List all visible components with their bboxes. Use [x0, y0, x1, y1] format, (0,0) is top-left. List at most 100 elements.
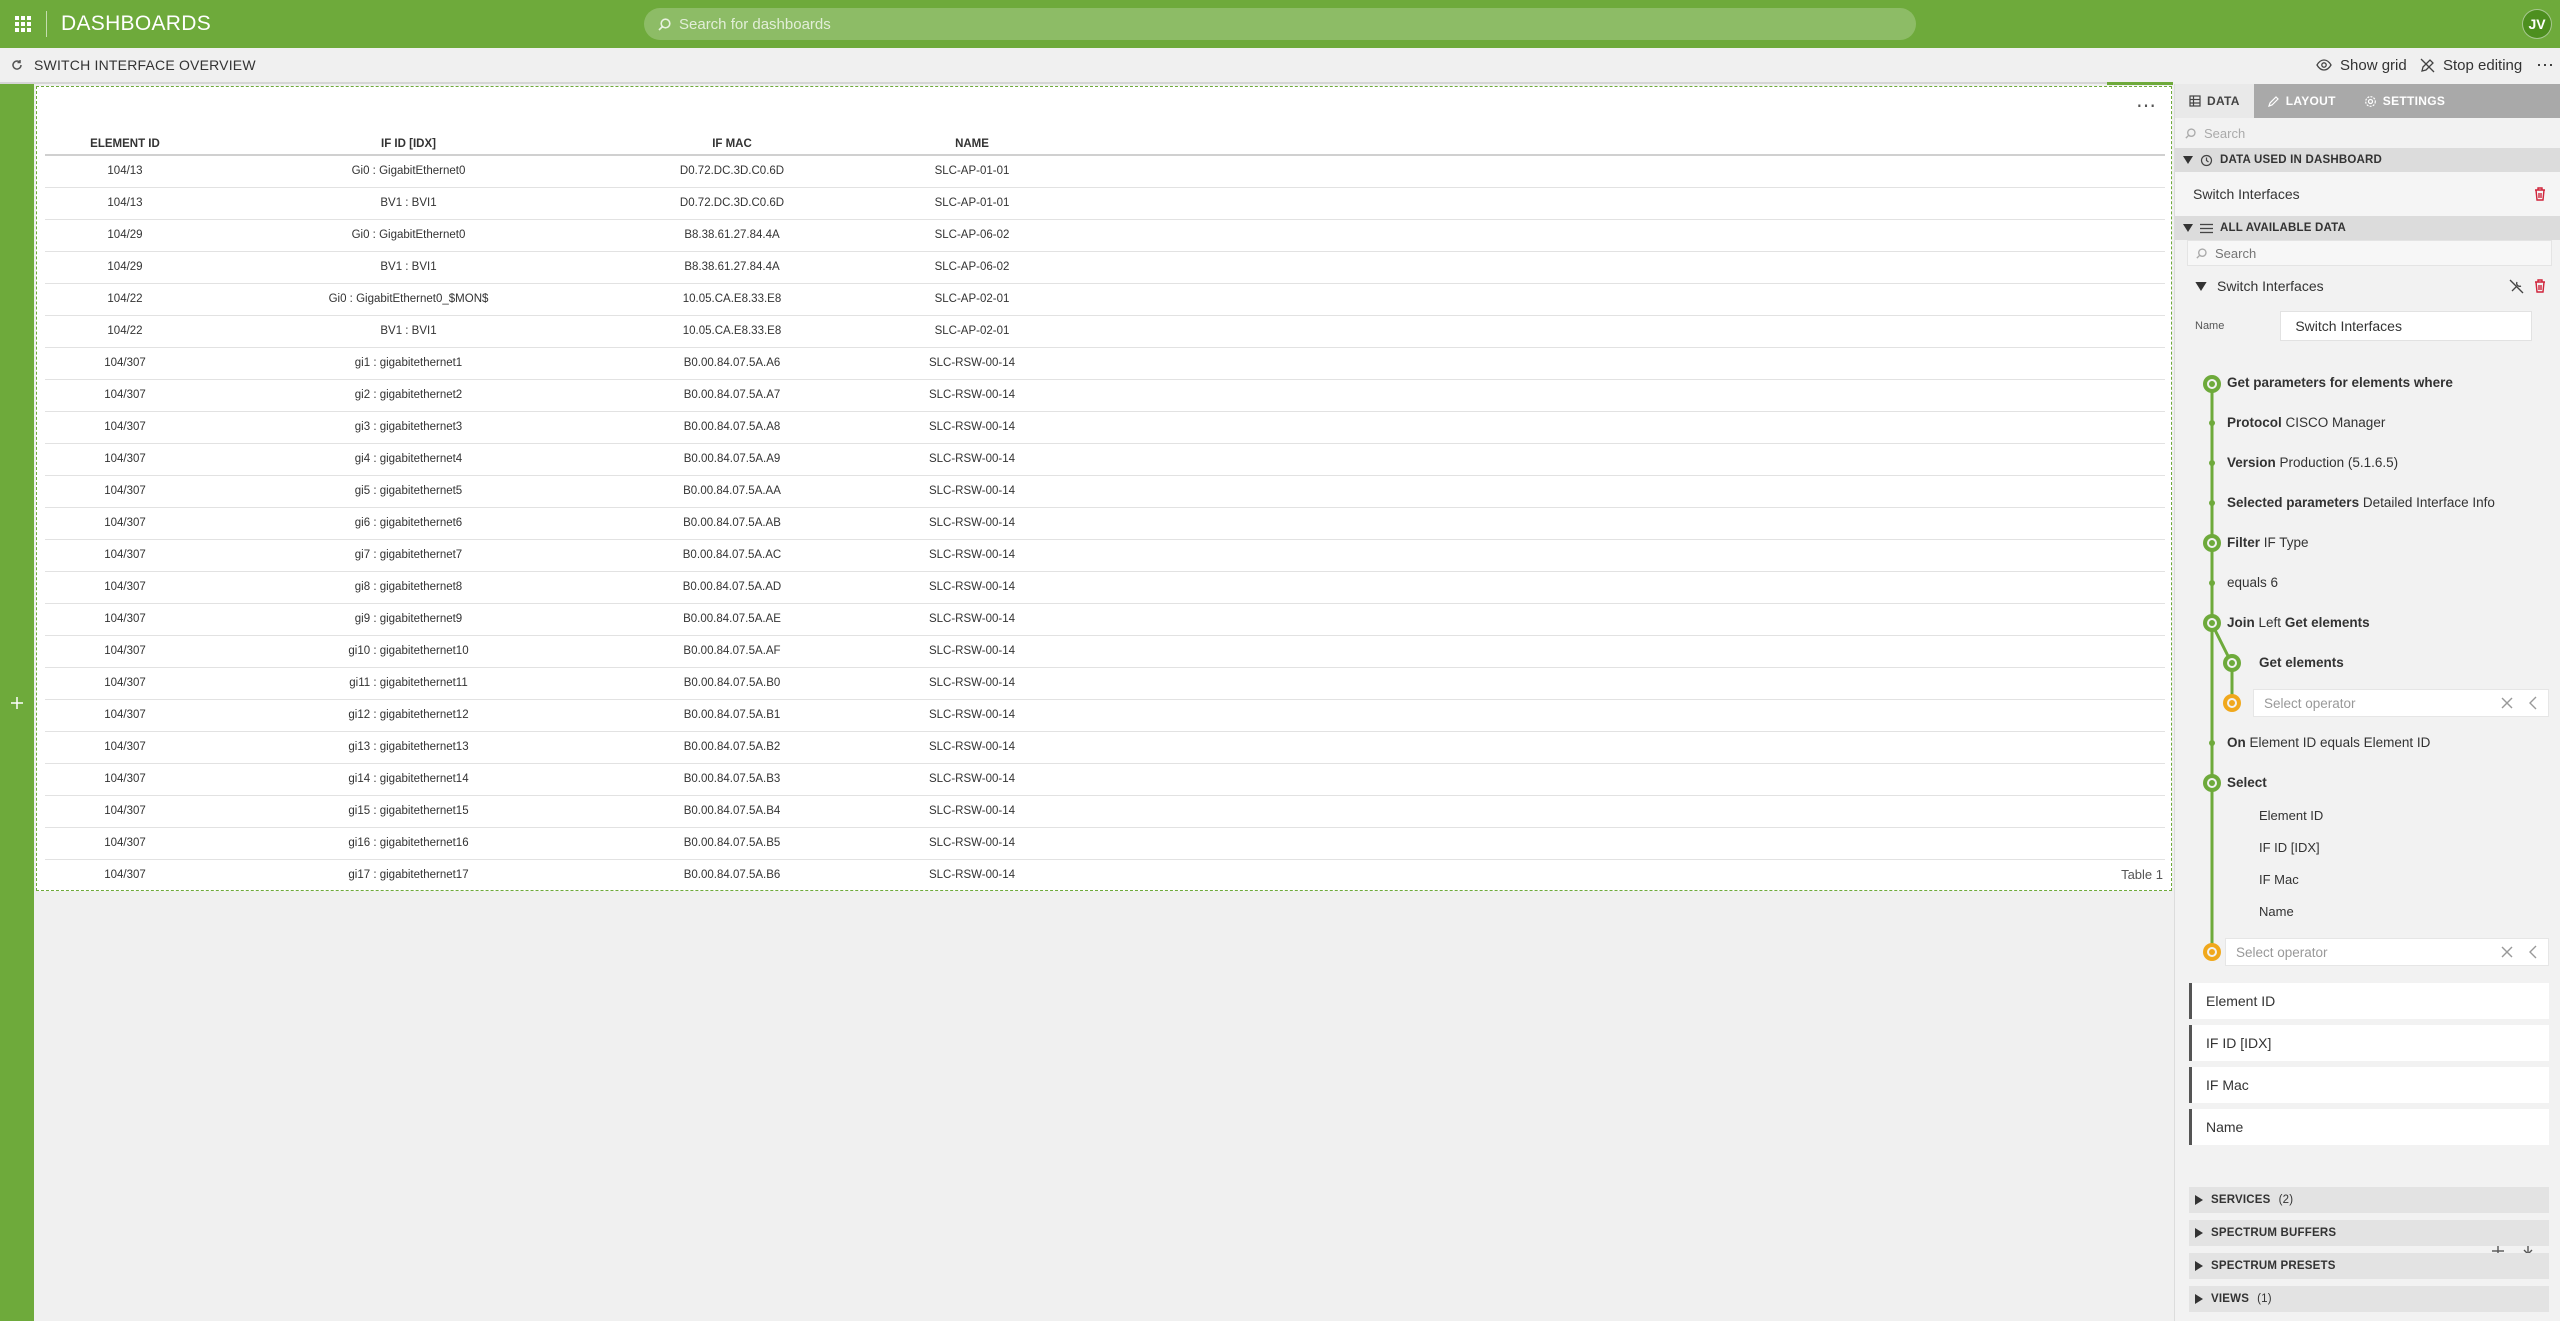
- flow-select[interactable]: Select: [2227, 775, 2267, 790]
- output-column[interactable]: Element ID: [2189, 983, 2549, 1019]
- user-avatar[interactable]: JV: [2522, 9, 2552, 39]
- flow-get-elements[interactable]: Get elements: [2259, 655, 2344, 670]
- table-row[interactable]: 104/307 gi4 : gigabitethernet4 B0.00.84.07…: [45, 443, 2165, 476]
- table-row[interactable]: 104/307 gi5 : gigabitethernet5 B0.00.84.07…: [45, 475, 2165, 508]
- table-cell: 104/307: [45, 731, 205, 764]
- table-cell: SLC-RSW-00-14: [852, 699, 1092, 732]
- plus-icon[interactable]: [10, 696, 24, 710]
- table-row[interactable]: 104/307 gi14 : gigabitethernet14 B0.00.84.…: [45, 763, 2165, 796]
- table-row[interactable]: 104/307 gi3 : gigabitethernet3 B0.00.84.07…: [45, 411, 2165, 444]
- flow-get-parameters[interactable]: Get parameters for elements where: [2227, 375, 2453, 390]
- top-bar: DASHBOARDS JV: [0, 0, 2560, 48]
- stop-editing-button[interactable]: Stop editing: [2420, 48, 2522, 82]
- column-header[interactable]: NAME: [852, 131, 1092, 156]
- table-cell: 104/307: [45, 635, 205, 668]
- table-cell: SLC-AP-06-02: [852, 219, 1092, 252]
- table-row[interactable]: 104/29 Gi0 : GigabitEthernet0 B8.38.61.27.…: [45, 219, 2165, 252]
- table-row[interactable]: 104/307 gi9 : gigabitethernet9 B0.00.84.07…: [45, 603, 2165, 636]
- table-cell: SLC-RSW-00-14: [852, 763, 1092, 796]
- table-row[interactable]: 104/13 Gi0 : GigabitEthernet0 D0.72.DC.3D.…: [45, 155, 2165, 188]
- more-icon[interactable]: ⋯: [2536, 48, 2554, 82]
- flow-on[interactable]: On Element ID equals Element ID: [2227, 735, 2430, 750]
- table-row[interactable]: 104/307 gi6 : gigabitethernet6 B0.00.84.07…: [45, 507, 2165, 540]
- add-component-rail[interactable]: [0, 84, 34, 1321]
- close-icon[interactable]: [2500, 945, 2514, 959]
- column-header[interactable]: IF MAC: [612, 131, 852, 156]
- table-cell: Gi0 : GigabitEthernet0_$MON$: [205, 283, 612, 316]
- table-row[interactable]: 104/307 gi12 : gigabitethernet12 B0.00.84.…: [45, 699, 2165, 732]
- select-item[interactable]: Name: [2259, 904, 2294, 919]
- flow-key: Filter: [2227, 535, 2261, 550]
- table-row[interactable]: 104/307 gi8 : gigabitethernet8 B0.00.84.07…: [45, 571, 2165, 604]
- table-cell: B0.00.84.07.5A.B3: [612, 763, 852, 796]
- output-column[interactable]: Name: [2189, 1109, 2549, 1145]
- table-cell: SLC-AP-01-01: [852, 155, 1092, 188]
- table-cell-filler: [1092, 155, 2165, 188]
- flow-value: IF Type: [2263, 535, 2309, 550]
- table-cell: B0.00.84.07.5A.AB: [612, 507, 852, 540]
- table-row[interactable]: 104/307 gi1 : gigabitethernet1 B0.00.84.07…: [45, 347, 2165, 380]
- table-row[interactable]: 104/22 Gi0 : GigabitEthernet0_$MON$ 10.05.…: [45, 283, 2165, 316]
- output-column[interactable]: IF Mac: [2189, 1067, 2549, 1103]
- table-cell: gi9 : gigabitethernet9: [205, 603, 612, 636]
- table-row[interactable]: 104/307 gi15 : gigabitethernet15 B0.00.84.…: [45, 795, 2165, 828]
- table-row[interactable]: 104/307 gi10 : gigabitethernet10 B0.00.84.…: [45, 635, 2165, 668]
- table-cell: gi12 : gigabitethernet12: [205, 699, 612, 732]
- table-row[interactable]: 104/307 gi17 : gigabitethernet17 B0.00.84.…: [45, 859, 2165, 890]
- chevron-left-icon[interactable]: [2528, 945, 2538, 959]
- table-row[interactable]: 104/307 gi16 : gigabitethernet16 B0.00.84.…: [45, 827, 2165, 860]
- select-operator-next[interactable]: Select operator: [2225, 938, 2549, 966]
- chevron-left-icon[interactable]: [2528, 696, 2538, 710]
- table-cell: SLC-RSW-00-14: [852, 443, 1092, 476]
- app-title[interactable]: DASHBOARDS: [61, 12, 211, 36]
- column-header[interactable]: ELEMENT ID: [45, 131, 205, 156]
- section-services[interactable]: SERVICES (2): [2189, 1187, 2549, 1213]
- table-cell-filler: [1092, 571, 2165, 604]
- select-item[interactable]: Element ID: [2259, 808, 2323, 823]
- select-item[interactable]: IF Mac: [2259, 872, 2299, 887]
- table-cell: gi15 : gigabitethernet15: [205, 795, 612, 828]
- flow-filter[interactable]: Filter IF Type: [2227, 535, 2309, 550]
- table-row[interactable]: 104/307 gi13 : gigabitethernet13 B0.00.84.…: [45, 731, 2165, 764]
- apps-grid-icon[interactable]: [0, 0, 46, 48]
- section-spectrum-presets[interactable]: SPECTRUM PRESETS: [2189, 1253, 2549, 1279]
- table-row[interactable]: 104/22 BV1 : BVI1 10.05.CA.E8.33.E8 SLC-AP-…: [45, 315, 2165, 348]
- widget-menu-icon[interactable]: ⋯: [2136, 93, 2157, 118]
- table-row[interactable]: 104/307 gi11 : gigabitethernet11 B0.00.84.…: [45, 667, 2165, 700]
- section-views[interactable]: VIEWS (1): [2189, 1286, 2549, 1312]
- table-cell: SLC-RSW-00-14: [852, 603, 1092, 636]
- table-widget[interactable]: ⋯ ELEMENT ID IF ID [IDX] IF MAC NAME 104…: [36, 86, 2172, 891]
- show-grid-button[interactable]: Show grid: [2316, 48, 2407, 82]
- table-cell: 104/307: [45, 699, 205, 732]
- widget-label: Table 1: [2121, 867, 2163, 882]
- column-header[interactable]: IF ID [IDX]: [205, 131, 612, 156]
- output-column[interactable]: IF ID [IDX]: [2189, 1025, 2549, 1061]
- flow-join[interactable]: Join Left Get elements: [2227, 615, 2370, 630]
- table-cell: gi1 : gigabitethernet1: [205, 347, 612, 380]
- flow-version[interactable]: Version Production (5.1.6.5): [2227, 455, 2398, 470]
- table-cell: 104/307: [45, 667, 205, 700]
- close-icon[interactable]: [2500, 696, 2514, 710]
- flow-key: On: [2227, 735, 2246, 750]
- table-row[interactable]: 104/29 BV1 : BVI1 B8.38.61.27.84.4A SLC-AP-…: [45, 251, 2165, 284]
- section-spectrum-buffers[interactable]: SPECTRUM BUFFERS: [2189, 1220, 2549, 1246]
- flow-key: Version: [2227, 455, 2276, 470]
- table-row[interactable]: 104/13 BV1 : BVI1 D0.72.DC.3D.C0.6D SLC-AP-…: [45, 187, 2165, 220]
- flow-value: Get elements: [2284, 615, 2370, 630]
- flow-protocol[interactable]: Protocol CISCO Manager: [2227, 415, 2385, 430]
- divider: [46, 11, 47, 37]
- flow-equals[interactable]: equals 6: [2227, 575, 2278, 590]
- flow-selected-parameters[interactable]: Selected parameters Detailed Interface I…: [2227, 495, 2495, 510]
- table-cell: SLC-RSW-00-14: [852, 475, 1092, 508]
- table-cell: 104/307: [45, 827, 205, 860]
- table-row[interactable]: 104/307 gi2 : gigabitethernet2 B0.00.84.07…: [45, 379, 2165, 412]
- select-item[interactable]: IF ID [IDX]: [2259, 840, 2320, 855]
- table-cell: Gi0 : GigabitEthernet0: [205, 219, 612, 252]
- table-row[interactable]: 104/307 gi7 : gigabitethernet7 B0.00.84.07…: [45, 539, 2165, 572]
- progress-indicator: [2107, 82, 2173, 85]
- dashboard-search[interactable]: [644, 8, 1916, 40]
- refresh-icon[interactable]: [0, 48, 34, 82]
- search-input[interactable]: [679, 15, 1879, 33]
- select-operator-join[interactable]: Select operator: [2253, 689, 2549, 717]
- table-cell: D0.72.DC.3D.C0.6D: [612, 187, 852, 220]
